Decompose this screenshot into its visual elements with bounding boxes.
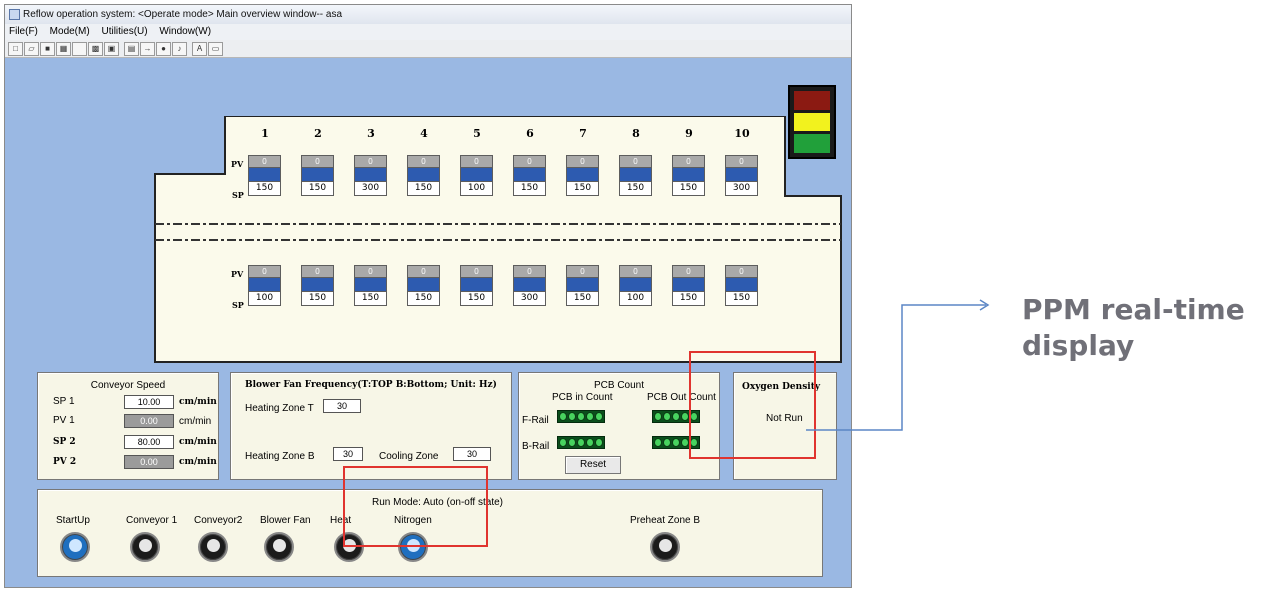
ppm-annotation-line2: display xyxy=(1022,329,1135,362)
ppm-annotation: PPM real-time display xyxy=(1022,292,1245,364)
ppm-annotation-line1: PPM real-time xyxy=(1022,293,1245,326)
